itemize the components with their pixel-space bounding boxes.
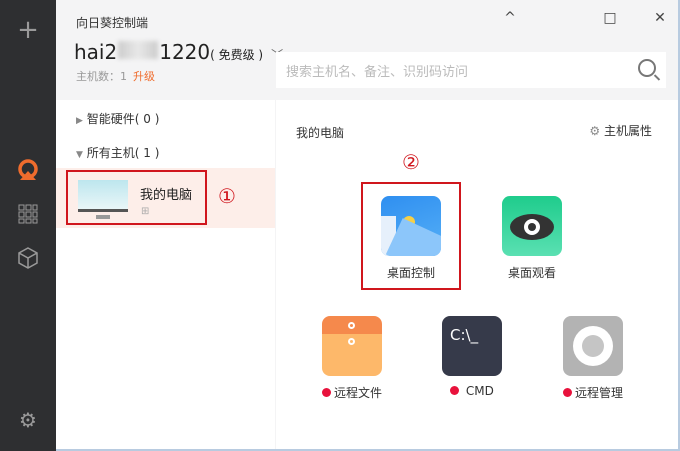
minimize-button[interactable]: ^ (500, 10, 520, 26)
search-input[interactable]: 搜索主机名、备注、识别码访问 (276, 52, 666, 88)
app-desktop-control[interactable]: 桌面控制 (366, 196, 456, 281)
eye-icon (502, 196, 562, 256)
terminal-icon: C:\_ (442, 316, 502, 376)
devices-grid-icon[interactable] (16, 202, 40, 226)
highlight-box: 我的电脑 ⊞ (66, 170, 207, 225)
remote-control-icon[interactable] (16, 158, 40, 182)
app-desktop-view[interactable]: 桌面观看 (487, 196, 577, 281)
sidebar-rail: + ⚙ (0, 0, 56, 451)
app-label: 桌面观看 (507, 266, 556, 280)
app-label: 远程文件 (333, 386, 382, 400)
upgrade-link[interactable]: 升级 (133, 70, 155, 83)
desktop-control-icon (381, 196, 441, 256)
terminal-prompt: C:\_ (450, 326, 479, 344)
app-cmd[interactable]: C:\_ CMD (427, 316, 517, 398)
app-remote-files[interactable]: 远程文件 (307, 316, 397, 401)
group-all-hosts[interactable]: ▼ 所有主机( 1 ) (76, 144, 159, 161)
host-count: 主机数：1 (76, 70, 127, 83)
panel-title: 我的电脑 (296, 126, 345, 140)
annotation-1: ① (218, 184, 236, 208)
account-selector[interactable]: hai21220 ( 免费级 ) ﹀ (74, 40, 283, 64)
annotation-2: ② (402, 150, 420, 174)
blurred-region (118, 41, 159, 59)
monitor-stand (96, 215, 110, 219)
host-panel: 我的电脑 ⚙ 主机属性 ② 桌面控制 桌面观看 远程文件 C:\_ CMD 远程… (276, 100, 678, 449)
close-button[interactable]: ✕ (650, 10, 670, 26)
host-item-selected[interactable]: 我的电脑 ⊞ ① (56, 168, 275, 228)
group-label: 智能硬件( 0 ) (86, 112, 160, 126)
group-label: 所有主机( 1 ) (86, 146, 160, 160)
main-window: 向日葵控制端 ^ □ ✕ hai21220 ( 免费级 ) ﹀ 主机数：1升级 … (56, 0, 680, 451)
status-dot (321, 388, 331, 397)
host-count-line: 主机数：1 升级 (76, 68, 155, 84)
username-suffix: 1220 (159, 40, 211, 64)
search-icon[interactable] (638, 59, 656, 77)
windows-icon: ⊞ (141, 206, 150, 217)
app-label: CMD (465, 384, 494, 398)
settings-icon[interactable]: ⚙ (16, 408, 40, 432)
group-smart-hardware[interactable]: ▶ 智能硬件( 0 ) (76, 110, 159, 127)
monitor-icon (78, 180, 128, 212)
account-tier: ( 免费级 ) (210, 48, 264, 62)
username-prefix: hai2 (74, 40, 118, 64)
host-tree: ▶ 智能硬件( 0 ) ▼ 所有主机( 1 ) 我的电脑 ⊞ ① (56, 100, 275, 449)
app-label: 远程管理 (574, 386, 623, 400)
gear-icon: ⚙ (589, 124, 601, 138)
maximize-button[interactable]: □ (600, 10, 620, 26)
properties-label: 主机属性 (603, 124, 652, 138)
status-dot (450, 386, 460, 395)
app-remote-management[interactable]: 远程管理 (548, 316, 638, 401)
add-icon[interactable]: + (16, 15, 40, 45)
cube-icon[interactable] (16, 246, 40, 270)
file-envelope-icon (322, 316, 382, 376)
host-properties-button[interactable]: ⚙ 主机属性 (589, 122, 652, 139)
gear-icon (563, 316, 623, 376)
window-title: 向日葵控制端 (76, 16, 149, 30)
status-dot (562, 388, 572, 397)
app-label: 桌面控制 (386, 266, 435, 280)
search-placeholder: 搜索主机名、备注、识别码访问 (286, 64, 469, 80)
host-name: 我的电脑 (140, 188, 193, 203)
